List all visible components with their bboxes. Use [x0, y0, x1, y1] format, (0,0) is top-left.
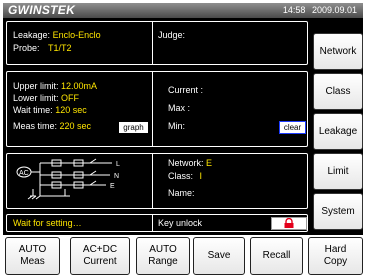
instrument-display: GWINSTEK 14:58 2009.09.01 Leakage: Enclo… — [3, 3, 363, 235]
status-bar: Wait for setting… Key unlock — [6, 214, 308, 232]
limit-button-label: Limit — [327, 166, 349, 177]
leakage-button[interactable]: Leakage — [313, 113, 363, 150]
network-button-label: Network — [319, 46, 357, 57]
wait-time-value: 120 sec — [55, 105, 87, 115]
settings-panel: Upper limit: 12.00mA Lower limit: OFF Wa… — [6, 71, 308, 147]
lower-limit-label: Lower limit: — [13, 93, 59, 103]
clock: 14:58 2009.09.01 — [279, 3, 357, 18]
title-bar: GWINSTEK 14:58 2009.09.01 — [3, 3, 363, 18]
class-value: I — [199, 171, 203, 181]
network-value: E — [206, 158, 213, 168]
network-button[interactable]: Network — [313, 33, 363, 70]
lock-icon — [284, 218, 294, 228]
recall-label: Recall — [262, 250, 291, 261]
min-label: Min: — [168, 121, 186, 131]
diagram-label-n: N — [114, 173, 119, 180]
ac-dc-current-label: AC+DC Current — [82, 244, 118, 267]
auto-range-button[interactable]: AUTO Range — [136, 237, 190, 275]
network-row: Network: E — [168, 158, 212, 169]
hard-copy-label: Hard Copy — [323, 244, 348, 267]
limit-button[interactable]: Limit — [313, 153, 363, 190]
wait-time-label: Wait time: — [13, 105, 53, 115]
max-label: Max : — [168, 103, 191, 113]
network-circuit-diagram: AC L N E — [16, 158, 120, 200]
auto-meas-button[interactable]: AUTO Meas — [5, 237, 60, 275]
graph-button[interactable]: graph — [118, 121, 149, 134]
leakage-row: Leakage: Enclo-Enclo — [13, 30, 101, 41]
class-label: Class: — [168, 171, 194, 181]
leakage-label: Leakage: — [13, 30, 51, 40]
meas-time-row: Meas time: 220 sec — [13, 121, 91, 132]
probe-row: Probe: T1/T2 — [13, 43, 72, 54]
key-lock-button[interactable] — [271, 217, 307, 230]
judge-label: Judge: — [158, 30, 186, 40]
brand-logo: GWINSTEK — [8, 3, 76, 17]
meas-time-value: 220 sec — [59, 121, 92, 131]
auto-meas-label: AUTO Meas — [18, 244, 47, 267]
class-button[interactable]: Class — [313, 73, 363, 110]
meas-time-label: Meas time: — [13, 121, 58, 131]
upper-limit-row: Upper limit: 12.00mA — [13, 81, 97, 92]
name-label: Name: — [168, 188, 195, 198]
system-button[interactable]: System — [313, 193, 363, 230]
save-label: Save — [207, 250, 231, 261]
upper-limit-label: Upper limit: — [13, 81, 59, 91]
diagram-label-e: E — [110, 183, 115, 190]
date-readout: 2009.09.01 — [311, 5, 357, 15]
clear-button[interactable]: clear — [279, 121, 306, 134]
probe-value: T1/T2 — [48, 43, 72, 53]
current-label: Current : — [168, 85, 204, 95]
key-lock-status: Key unlock — [158, 218, 203, 228]
system-button-label: System — [321, 206, 355, 217]
diagram-label-l: L — [116, 161, 120, 168]
leakage-value: Enclo-Enclo — [52, 30, 101, 40]
wait-time-row: Wait time: 120 sec — [13, 105, 87, 116]
network-label: Network: — [168, 158, 204, 168]
network-panel: AC L N E Network: E Class: I Name: — [6, 153, 308, 209]
class-button-label: Class — [325, 86, 351, 97]
class-row: Class: I — [168, 171, 202, 182]
ac-dc-current-button[interactable]: AC+DC Current — [70, 237, 130, 275]
test-info-panel: Leakage: Enclo-Enclo Probe: T1/T2 Judge: — [6, 21, 308, 65]
upper-limit-value: 12.00mA — [61, 81, 98, 91]
diagram-label-ac: AC — [19, 170, 29, 177]
status-message: Wait for setting… — [13, 218, 82, 228]
probe-label: Probe: — [13, 43, 40, 53]
lower-limit-value: OFF — [61, 93, 80, 103]
save-button[interactable]: Save — [193, 237, 245, 275]
recall-button[interactable]: Recall — [250, 237, 303, 275]
leakage-button-label: Leakage — [318, 126, 358, 137]
lower-limit-row: Lower limit: OFF — [13, 93, 79, 104]
time-readout: 14:58 — [282, 5, 306, 15]
hard-copy-button[interactable]: Hard Copy — [308, 237, 363, 275]
auto-range-label: AUTO Range — [148, 244, 178, 267]
